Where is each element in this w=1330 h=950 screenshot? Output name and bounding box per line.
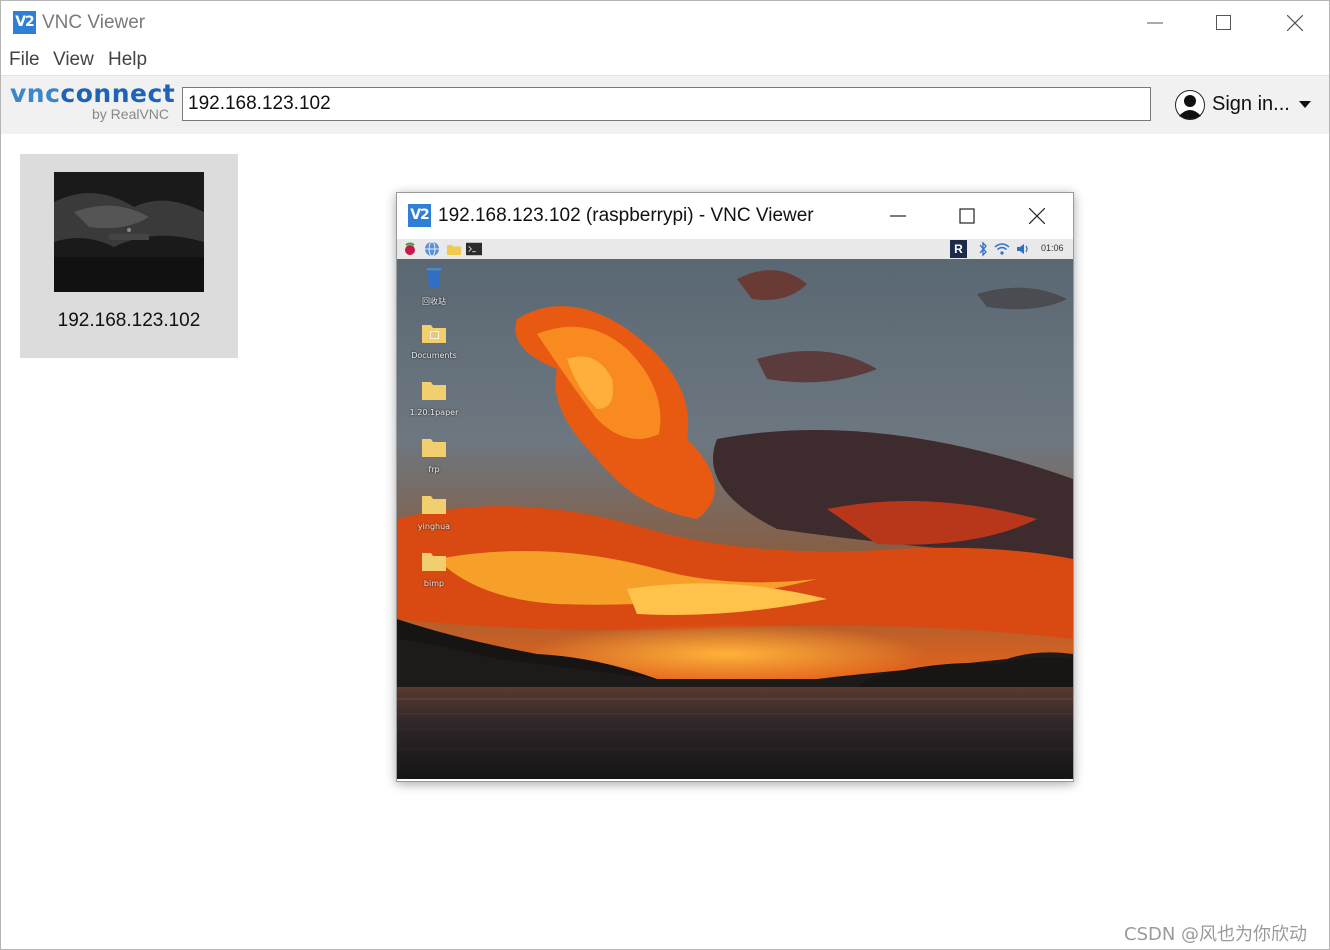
desktop-icon-trash[interactable]: 回收站	[404, 265, 464, 307]
bluetooth-icon[interactable]	[975, 241, 991, 257]
maximize-button[interactable]	[1201, 5, 1247, 41]
session-title-bar: V2 192.168.123.102 (raspberrypi) - VNC V…	[397, 193, 1073, 239]
connection-label: 192.168.123.102	[57, 310, 201, 331]
minimize-icon	[1147, 22, 1163, 24]
desktop-wallpaper	[397, 259, 1073, 779]
toolbar: vncconnect by RealVNC Sign in...	[1, 75, 1329, 135]
vnc-tray-icon[interactable]: R	[950, 240, 967, 258]
desktop-icon-label: bimp	[423, 579, 445, 588]
vnc-connect-logo: vncconnect	[10, 80, 175, 108]
menu-bar: File View Help	[1, 45, 1329, 75]
remote-taskbar: R 01:06	[397, 239, 1073, 260]
session-maximize-button[interactable]	[947, 201, 987, 231]
wifi-icon[interactable]	[994, 241, 1010, 257]
folder-documents-icon	[422, 325, 446, 343]
connection-thumbnail	[54, 172, 204, 292]
window-title: VNC Viewer	[42, 12, 146, 33]
brand-subtitle: by RealVNC	[92, 106, 170, 122]
trash-icon	[427, 268, 441, 287]
maximize-icon	[1216, 15, 1231, 30]
raspberry-menu-icon[interactable]	[402, 241, 418, 257]
volume-icon[interactable]	[1015, 241, 1031, 257]
session-title: 192.168.123.102 (raspberrypi) - VNC View…	[438, 205, 814, 226]
chevron-down-icon[interactable]	[1299, 101, 1311, 109]
minimize-button[interactable]	[1132, 5, 1178, 41]
app-logo-icon: V2	[13, 11, 36, 34]
close-button[interactable]	[1272, 5, 1318, 41]
desktop-icon-yinghua[interactable]: yinghua	[404, 493, 464, 531]
desktop-icon-label: 回收站	[422, 297, 446, 306]
folder-icon	[422, 382, 446, 400]
connection-tile[interactable]: 192.168.123.102	[20, 154, 238, 358]
desktop-icon-label: yinghua	[417, 522, 451, 531]
user-avatar-icon	[1175, 90, 1205, 120]
brand-connect-text: connect	[60, 79, 176, 108]
folder-icon	[422, 439, 446, 457]
vnc-session-window: V2 192.168.123.102 (raspberrypi) - VNC V…	[396, 192, 1074, 782]
desktop-icon-label: Documents	[411, 351, 457, 360]
remote-clock: 01:06	[1041, 243, 1064, 253]
browser-icon[interactable]	[424, 241, 440, 257]
session-minimize-button[interactable]	[878, 201, 918, 231]
close-icon	[1029, 208, 1045, 224]
sign-in-label: Sign in...	[1212, 93, 1290, 115]
remote-desktop-view[interactable]: R 01:06 回收站 Documents 1.20.1paper frp yi…	[397, 239, 1073, 779]
session-logo-icon: V2	[408, 204, 431, 227]
folder-icon	[422, 553, 446, 571]
watermark: CSDN @风也为你欣动	[1124, 924, 1308, 945]
maximize-icon	[959, 208, 975, 224]
desktop-icon-frp[interactable]: frp	[404, 436, 464, 474]
minimize-icon	[890, 215, 906, 217]
vnc-viewer-window: V2 VNC Viewer File View Help vncconnect …	[0, 0, 1330, 950]
menu-view[interactable]: View	[53, 49, 94, 71]
menu-file[interactable]: File	[9, 49, 40, 71]
desktop-icon-paper[interactable]: 1.20.1paper	[404, 379, 464, 417]
desktop-icon-label: frp	[428, 465, 440, 474]
close-icon	[1287, 15, 1303, 31]
folder-icon	[422, 496, 446, 514]
desktop-icon-documents[interactable]: Documents	[404, 322, 464, 360]
menu-help[interactable]: Help	[108, 49, 147, 71]
file-manager-icon[interactable]	[446, 241, 462, 257]
desktop-icon-label: 1.20.1paper	[409, 408, 459, 417]
address-input[interactable]	[182, 87, 1151, 121]
terminal-icon[interactable]	[466, 241, 482, 257]
title-bar: V2 VNC Viewer	[1, 1, 1329, 45]
desktop-icon-bimp[interactable]: bimp	[404, 550, 464, 588]
session-close-button[interactable]	[1017, 201, 1057, 231]
sign-in-button[interactable]: Sign in...	[1175, 90, 1319, 120]
brand-vnc-text: vnc	[10, 79, 61, 108]
